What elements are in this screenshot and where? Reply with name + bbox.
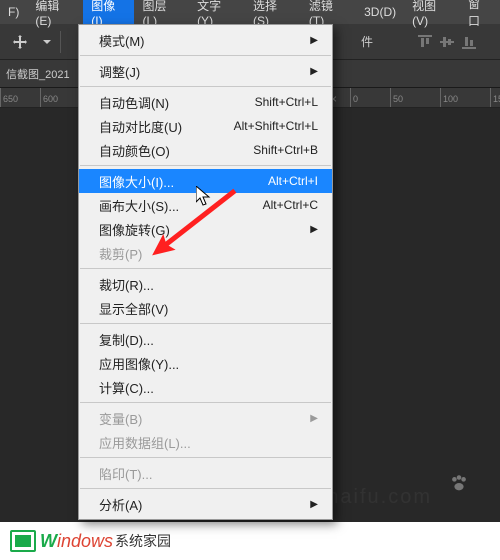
menu-item-shortcut: Alt+Ctrl+I [268, 174, 318, 188]
menu-image[interactable]: 图像(I) [83, 0, 134, 24]
brand-text: Windows [40, 531, 113, 552]
menu-item-label: 应用数据组(L)... [99, 433, 318, 452]
menu-item-label: 变量(B) [99, 409, 310, 428]
menu-item-shortcut: Shift+Ctrl+L [255, 95, 318, 109]
menu-item-label: 应用图像(Y)... [99, 354, 318, 373]
submenu-arrow-icon: ▶ [310, 413, 318, 424]
image-menu-dropdown: 模式(M)▶调整(J)▶自动色调(N)Shift+Ctrl+L自动对比度(U)A… [78, 24, 333, 520]
ruler-tick: 150 [490, 88, 500, 107]
menu-item[interactable]: 计算(C)... [79, 375, 332, 399]
menu-item-label: 裁切(R)... [99, 275, 318, 294]
menu-item[interactable]: 裁切(R)... [79, 272, 332, 296]
menu-view[interactable]: 视图(V) [404, 0, 460, 24]
menu-item-label: 自动颜色(O) [99, 141, 253, 160]
menu-item-label: 裁剪(P) [99, 244, 318, 263]
ruler-close-icon[interactable]: × [330, 88, 350, 107]
menu-separator [80, 323, 331, 324]
ruler-tick: 650 [0, 88, 40, 107]
menu-3d[interactable]: 3D(D) [356, 0, 404, 24]
document-tab-title: 信截图_2021 [6, 66, 70, 82]
menu-item[interactable]: 自动色调(N)Shift+Ctrl+L [79, 90, 332, 114]
align-vcenter-icon[interactable] [440, 35, 454, 49]
menu-select[interactable]: 选择(S) [245, 0, 301, 24]
submenu-arrow-icon: ▶ [310, 35, 318, 46]
menu-filter[interactable]: 滤镜(T) [301, 0, 356, 24]
toolbar-separator [60, 31, 61, 53]
menu-item[interactable]: 自动对比度(U)Alt+Shift+Ctrl+L [79, 114, 332, 138]
submenu-arrow-icon: ▶ [310, 499, 318, 510]
menu-separator [80, 488, 331, 489]
menu-separator [80, 402, 331, 403]
menu-item[interactable]: 调整(J)▶ [79, 59, 332, 83]
menu-item-label: 复制(D)... [99, 330, 318, 349]
menu-layer[interactable]: 图层(L) [134, 0, 189, 24]
menu-item-label: 自动对比度(U) [99, 117, 234, 136]
menu-separator [80, 165, 331, 166]
menu-item-label: 图像大小(I)... [99, 172, 268, 191]
ruler-tick: 0 [350, 88, 390, 107]
footer-branding: Windows 系统家园 [0, 522, 500, 560]
align-bottom-icon[interactable] [462, 35, 476, 49]
menu-separator [80, 268, 331, 269]
menu-item: 陷印(T)... [79, 461, 332, 485]
menu-separator [80, 86, 331, 87]
menu-item: 变量(B)▶ [79, 406, 332, 430]
menu-item[interactable]: 应用图像(Y)... [79, 351, 332, 375]
menu-item[interactable]: 模式(M)▶ [79, 28, 332, 52]
toolbar-hint: 件 [361, 33, 373, 50]
menu-item-label: 分析(A) [99, 495, 310, 514]
brand-suffix: 系统家园 [115, 531, 171, 551]
menu-type[interactable]: 文字(Y) [189, 0, 245, 24]
align-top-icon[interactable] [418, 35, 432, 49]
menu-window[interactable]: 窗口 [460, 0, 500, 24]
dropdown-icon[interactable] [40, 28, 54, 56]
menu-item-label: 计算(C)... [99, 378, 318, 397]
cursor-icon [196, 186, 212, 213]
paw-icon [448, 472, 470, 500]
menu-item[interactable]: 自动颜色(O)Shift+Ctrl+B [79, 138, 332, 162]
move-tool-icon[interactable] [6, 28, 34, 56]
menu-edit[interactable]: 编辑(E) [27, 0, 83, 24]
menu-item-label: 显示全部(V) [99, 299, 318, 318]
submenu-arrow-icon: ▶ [310, 224, 318, 235]
submenu-arrow-icon: ▶ [310, 66, 318, 77]
menu-item-shortcut: Alt+Shift+Ctrl+L [234, 119, 318, 133]
menu-item-shortcut: Alt+Ctrl+C [263, 198, 318, 212]
menu-item-label: 调整(J) [99, 62, 310, 81]
ruler-tick: 50 [390, 88, 440, 107]
ruler-tick: 100 [440, 88, 490, 107]
menu-item: 应用数据组(L)... [79, 430, 332, 454]
menu-separator [80, 55, 331, 56]
menu-item: 裁剪(P) [79, 241, 332, 265]
menu-file[interactable]: F) [0, 0, 27, 24]
menubar: F) 编辑(E) 图像(I) 图层(L) 文字(Y) 选择(S) 滤镜(T) 3… [0, 0, 500, 24]
menu-item[interactable]: 分析(A)▶ [79, 492, 332, 516]
menu-item-label: 陷印(T)... [99, 464, 318, 483]
windows-logo-icon [10, 530, 36, 552]
menu-item[interactable]: 显示全部(V) [79, 296, 332, 320]
menu-item-label: 自动色调(N) [99, 93, 255, 112]
menu-item[interactable]: 复制(D)... [79, 327, 332, 351]
align-group [418, 35, 500, 49]
menu-item-label: 模式(M) [99, 31, 310, 50]
menu-separator [80, 457, 331, 458]
menu-item-shortcut: Shift+Ctrl+B [253, 143, 318, 157]
